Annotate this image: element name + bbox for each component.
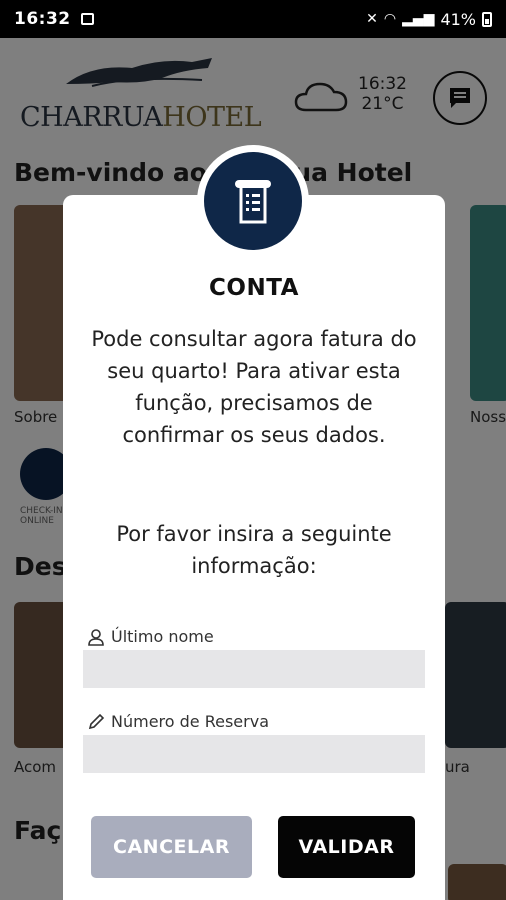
status-time: 16:32 — [14, 9, 71, 29]
status-bar: 16:32 ✕ ◠ ▂▄▆ 41% — [0, 0, 506, 38]
dialog-instruction: Por favor insira a seguinte informação: — [116, 522, 392, 578]
mute-icon: ✕ — [366, 11, 378, 27]
dialog-message: Pode consultar agora fatura do seu quart… — [91, 327, 417, 447]
validate-button[interactable]: VALIDAR — [278, 816, 415, 878]
battery-icon — [482, 11, 492, 27]
dialog-badge-inner — [204, 152, 302, 250]
signal-icon: ▂▄▆ — [402, 11, 435, 27]
gallery-notification-icon — [80, 13, 94, 25]
battery-percentage: 41% — [440, 9, 476, 29]
reservation-number-label-text: Número de Reserva — [111, 712, 269, 731]
last-name-input[interactable] — [83, 650, 425, 688]
pencil-icon — [88, 713, 105, 729]
reservation-number-input[interactable] — [83, 735, 425, 773]
wifi-icon: ◠ — [383, 11, 397, 27]
cancel-button[interactable]: CANCELAR — [91, 816, 252, 878]
status-right: ✕ ◠ ▂▄▆ 41% — [366, 10, 492, 29]
last-name-label-text: Último nome — [111, 627, 214, 646]
account-dialog: CONTA Pode consultar agora fatura do seu… — [63, 195, 445, 900]
last-name-label: Último nome — [87, 627, 214, 646]
person-icon — [88, 628, 104, 646]
receipt-icon — [235, 180, 271, 224]
dialog-badge — [197, 145, 309, 257]
reservation-number-label: Número de Reserva — [87, 712, 269, 731]
dialog-title: CONTA — [209, 275, 299, 301]
